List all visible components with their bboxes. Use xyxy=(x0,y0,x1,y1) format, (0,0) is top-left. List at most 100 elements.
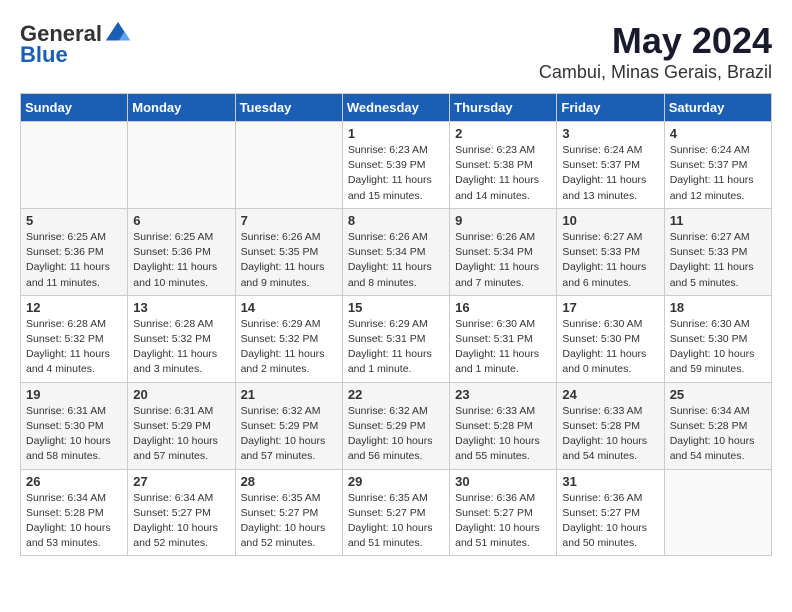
day-number: 20 xyxy=(133,387,229,402)
day-number: 30 xyxy=(455,474,551,489)
calendar-cell: 1Sunrise: 6:23 AM Sunset: 5:39 PM Daylig… xyxy=(342,122,449,209)
calendar-cell: 12 Sunrise: 6:28 AM Sunset: 5:32 PM Dayli… xyxy=(21,295,128,382)
calendar-cell: 4 Sunrise: 6:24 AM Sunset: 5:37 PM Daylig… xyxy=(664,122,771,209)
month-title: May 2024 xyxy=(539,20,772,62)
day-number: 23 xyxy=(455,387,551,402)
calendar-cell: 5Sunrise: 6:25 AM Sunset: 5:36 PM Daylig… xyxy=(21,208,128,295)
calendar-cell: 22Sunrise: 6:32 AM Sunset: 5:29 PM Dayli… xyxy=(342,382,449,469)
day-header-tuesday: Tuesday xyxy=(235,94,342,122)
day-info: Sunrise: 6:27 AM Sunset: 5:33 PM Dayligh… xyxy=(670,230,766,291)
day-number: 11 xyxy=(670,213,766,228)
day-number: 16 xyxy=(455,300,551,315)
day-number: 1 xyxy=(348,126,444,141)
day-info: Sunrise: 6:32 AM Sunset: 5:29 PM Dayligh… xyxy=(348,404,444,465)
day-info: Sunrise: 6:25 AM Sunset: 5:36 PM Dayligh… xyxy=(133,230,229,291)
calendar-cell: 11 Sunrise: 6:27 AM Sunset: 5:33 PM Dayli… xyxy=(664,208,771,295)
calendar-table: SundayMondayTuesdayWednesdayThursdayFrid… xyxy=(20,93,772,556)
day-header-thursday: Thursday xyxy=(450,94,557,122)
day-info: Sunrise: 6:31 AM Sunset: 5:30 PM Dayligh… xyxy=(26,404,122,465)
day-info: Sunrise: 6:35 AM Sunset: 5:27 PM Dayligh… xyxy=(348,491,444,552)
calendar-cell xyxy=(21,122,128,209)
day-info: Sunrise: 6:34 AM Sunset: 5:27 PM Dayligh… xyxy=(133,491,229,552)
logo-blue-text: Blue xyxy=(20,42,68,68)
calendar-cell: 3 Sunrise: 6:24 AM Sunset: 5:37 PM Daylig… xyxy=(557,122,664,209)
calendar-cell: 28 Sunrise: 6:35 AM Sunset: 5:27 PM Dayli… xyxy=(235,469,342,556)
day-number: 15 xyxy=(348,300,444,315)
day-info: Sunrise: 6:26 AM Sunset: 5:35 PM Dayligh… xyxy=(241,230,337,291)
day-number: 12 xyxy=(26,300,122,315)
day-info: Sunrise: 6:34 AM Sunset: 5:28 PM Dayligh… xyxy=(26,491,122,552)
day-number: 21 xyxy=(241,387,337,402)
calendar-cell: 2 Sunrise: 6:23 AM Sunset: 5:38 PM Daylig… xyxy=(450,122,557,209)
day-info: Sunrise: 6:30 AM Sunset: 5:31 PM Dayligh… xyxy=(455,317,551,378)
day-number: 14 xyxy=(241,300,337,315)
day-info: Sunrise: 6:35 AM Sunset: 5:27 PM Dayligh… xyxy=(241,491,337,552)
day-info: Sunrise: 6:23 AM Sunset: 5:38 PM Dayligh… xyxy=(455,143,551,204)
calendar-cell: 8 Sunrise: 6:26 AM Sunset: 5:34 PM Daylig… xyxy=(342,208,449,295)
calendar-cell: 21 Sunrise: 6:32 AM Sunset: 5:29 PM Dayli… xyxy=(235,382,342,469)
calendar-cell: 7 Sunrise: 6:26 AM Sunset: 5:35 PM Daylig… xyxy=(235,208,342,295)
calendar-cell: 31Sunrise: 6:36 AM Sunset: 5:27 PM Dayli… xyxy=(557,469,664,556)
day-number: 4 xyxy=(670,126,766,141)
day-info: Sunrise: 6:27 AM Sunset: 5:33 PM Dayligh… xyxy=(562,230,658,291)
day-info: Sunrise: 6:26 AM Sunset: 5:34 PM Dayligh… xyxy=(455,230,551,291)
day-number: 8 xyxy=(348,213,444,228)
calendar-week-row: 1Sunrise: 6:23 AM Sunset: 5:39 PM Daylig… xyxy=(21,122,772,209)
day-info: Sunrise: 6:29 AM Sunset: 5:32 PM Dayligh… xyxy=(241,317,337,378)
logo: General Blue xyxy=(20,20,132,68)
logo-icon xyxy=(104,20,132,48)
day-number: 2 xyxy=(455,126,551,141)
calendar-cell: 13 Sunrise: 6:28 AM Sunset: 5:32 PM Dayli… xyxy=(128,295,235,382)
day-info: Sunrise: 6:28 AM Sunset: 5:32 PM Dayligh… xyxy=(133,317,229,378)
calendar-cell xyxy=(664,469,771,556)
day-info: Sunrise: 6:29 AM Sunset: 5:31 PM Dayligh… xyxy=(348,317,444,378)
calendar-cell: 26Sunrise: 6:34 AM Sunset: 5:28 PM Dayli… xyxy=(21,469,128,556)
day-info: Sunrise: 6:33 AM Sunset: 5:28 PM Dayligh… xyxy=(455,404,551,465)
calendar-cell: 15 Sunrise: 6:29 AM Sunset: 5:31 PM Dayli… xyxy=(342,295,449,382)
calendar-cell: 20Sunrise: 6:31 AM Sunset: 5:29 PM Dayli… xyxy=(128,382,235,469)
location-title: Cambui, Minas Gerais, Brazil xyxy=(539,62,772,83)
calendar-cell: 6 Sunrise: 6:25 AM Sunset: 5:36 PM Daylig… xyxy=(128,208,235,295)
calendar-header-row: SundayMondayTuesdayWednesdayThursdayFrid… xyxy=(21,94,772,122)
day-number: 6 xyxy=(133,213,229,228)
calendar-week-row: 19 Sunrise: 6:31 AM Sunset: 5:30 PM Dayli… xyxy=(21,382,772,469)
day-number: 19 xyxy=(26,387,122,402)
day-number: 28 xyxy=(241,474,337,489)
day-info: Sunrise: 6:26 AM Sunset: 5:34 PM Dayligh… xyxy=(348,230,444,291)
calendar-cell: 23 Sunrise: 6:33 AM Sunset: 5:28 PM Dayli… xyxy=(450,382,557,469)
page-header: General Blue May 2024 Cambui, Minas Gera… xyxy=(20,20,772,83)
day-number: 29 xyxy=(348,474,444,489)
day-info: Sunrise: 6:32 AM Sunset: 5:29 PM Dayligh… xyxy=(241,404,337,465)
calendar-cell xyxy=(128,122,235,209)
title-section: May 2024 Cambui, Minas Gerais, Brazil xyxy=(539,20,772,83)
day-header-monday: Monday xyxy=(128,94,235,122)
calendar-cell: 9 Sunrise: 6:26 AM Sunset: 5:34 PM Daylig… xyxy=(450,208,557,295)
calendar-cell: 29 Sunrise: 6:35 AM Sunset: 5:27 PM Dayli… xyxy=(342,469,449,556)
calendar-week-row: 12 Sunrise: 6:28 AM Sunset: 5:32 PM Dayli… xyxy=(21,295,772,382)
day-info: Sunrise: 6:33 AM Sunset: 5:28 PM Dayligh… xyxy=(562,404,658,465)
day-number: 10 xyxy=(562,213,658,228)
day-info: Sunrise: 6:34 AM Sunset: 5:28 PM Dayligh… xyxy=(670,404,766,465)
day-number: 9 xyxy=(455,213,551,228)
day-header-saturday: Saturday xyxy=(664,94,771,122)
calendar-cell: 16 Sunrise: 6:30 AM Sunset: 5:31 PM Dayli… xyxy=(450,295,557,382)
day-info: Sunrise: 6:24 AM Sunset: 5:37 PM Dayligh… xyxy=(562,143,658,204)
day-number: 13 xyxy=(133,300,229,315)
day-header-wednesday: Wednesday xyxy=(342,94,449,122)
day-number: 24 xyxy=(562,387,658,402)
calendar-cell: 24 Sunrise: 6:33 AM Sunset: 5:28 PM Dayli… xyxy=(557,382,664,469)
day-number: 5 xyxy=(26,213,122,228)
day-number: 7 xyxy=(241,213,337,228)
day-number: 27 xyxy=(133,474,229,489)
day-number: 3 xyxy=(562,126,658,141)
day-info: Sunrise: 6:24 AM Sunset: 5:37 PM Dayligh… xyxy=(670,143,766,204)
calendar-cell: 30Sunrise: 6:36 AM Sunset: 5:27 PM Dayli… xyxy=(450,469,557,556)
calendar-cell: 25Sunrise: 6:34 AM Sunset: 5:28 PM Dayli… xyxy=(664,382,771,469)
calendar-cell: 27 Sunrise: 6:34 AM Sunset: 5:27 PM Dayli… xyxy=(128,469,235,556)
calendar-cell: 14 Sunrise: 6:29 AM Sunset: 5:32 PM Dayli… xyxy=(235,295,342,382)
calendar-cell: 19 Sunrise: 6:31 AM Sunset: 5:30 PM Dayli… xyxy=(21,382,128,469)
calendar-week-row: 26Sunrise: 6:34 AM Sunset: 5:28 PM Dayli… xyxy=(21,469,772,556)
day-info: Sunrise: 6:30 AM Sunset: 5:30 PM Dayligh… xyxy=(670,317,766,378)
day-header-friday: Friday xyxy=(557,94,664,122)
day-info: Sunrise: 6:28 AM Sunset: 5:32 PM Dayligh… xyxy=(26,317,122,378)
